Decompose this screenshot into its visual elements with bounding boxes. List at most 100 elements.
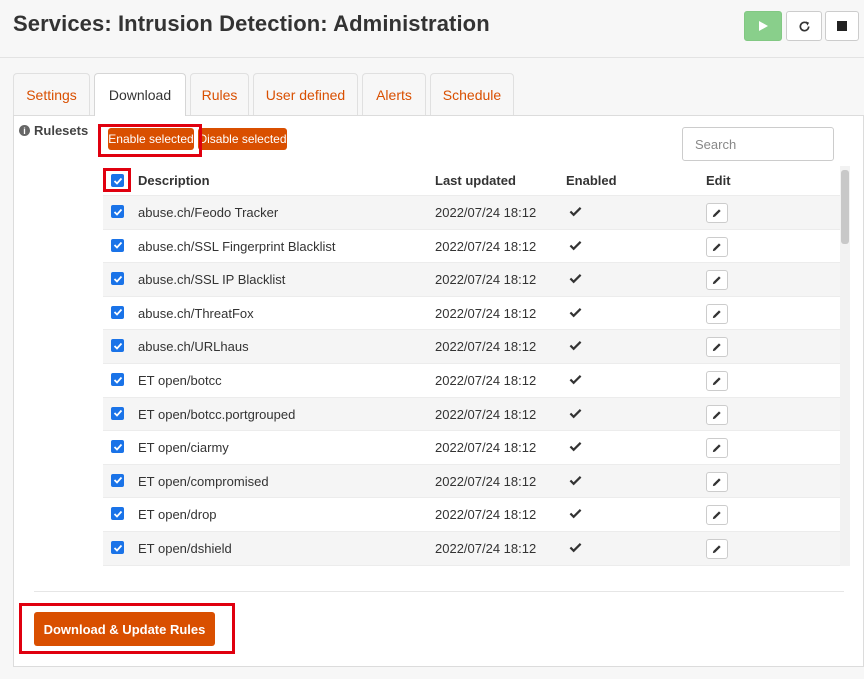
row-checkbox[interactable] bbox=[111, 272, 124, 286]
tab-settings[interactable]: Settings bbox=[13, 73, 90, 115]
row-checkbox[interactable] bbox=[111, 205, 124, 218]
enabled-check-icon[interactable] bbox=[569, 339, 583, 353]
enabled-check-icon[interactable] bbox=[569, 272, 583, 286]
row-last-updated: 2022/07/24 18:12 bbox=[435, 473, 537, 489]
pencil-icon bbox=[712, 276, 721, 285]
rulesets-label: i Rulesets bbox=[19, 123, 88, 138]
row-description: abuse.ch/SSL Fingerprint Blacklist bbox=[138, 238, 336, 254]
search-input[interactable] bbox=[682, 127, 834, 161]
row-description: abuse.ch/SSL IP Blacklist bbox=[138, 272, 286, 288]
row-description: ET open/botcc.portgrouped bbox=[138, 406, 296, 422]
check-icon bbox=[113, 376, 122, 384]
row-checkbox[interactable] bbox=[111, 373, 124, 386]
table-row[interactable]: abuse.ch/SSL IP Blacklist 2022/07/24 18:1… bbox=[103, 263, 840, 297]
enabled-check-icon[interactable] bbox=[569, 373, 583, 387]
row-checkbox[interactable] bbox=[111, 339, 124, 353]
download-update-rules-button[interactable]: Download & Update Rules bbox=[34, 612, 215, 646]
grid-header: Description Last updated Enabled Edit bbox=[103, 166, 840, 196]
check-icon bbox=[113, 342, 122, 350]
row-checkbox[interactable] bbox=[111, 238, 124, 252]
edit-button[interactable] bbox=[706, 505, 728, 526]
pencil-icon bbox=[712, 545, 721, 554]
table-row[interactable]: abuse.ch/Feodo Tracker 2022/07/24 18:12 bbox=[103, 196, 840, 230]
pencil-icon bbox=[712, 310, 721, 318]
table-row[interactable]: ET open/drop 2022/07/24 18:12 bbox=[103, 498, 840, 532]
table-row[interactable]: abuse.ch/URLhaus 2022/07/24 18:12 bbox=[103, 330, 840, 364]
select-all-checkbox[interactable] bbox=[111, 174, 124, 187]
enable-selected-button[interactable]: Enable selected bbox=[108, 128, 194, 150]
row-checkbox[interactable] bbox=[111, 541, 124, 554]
pencil-icon bbox=[712, 343, 721, 352]
row-description: abuse.ch/ThreatFox bbox=[138, 305, 254, 321]
table-row[interactable]: ET open/botcc.portgrouped 2022/07/24 18:1… bbox=[103, 397, 840, 432]
edit-button[interactable] bbox=[706, 337, 728, 358]
pencil-icon bbox=[712, 410, 721, 419]
tab-user-defined[interactable]: User defined bbox=[253, 73, 358, 115]
table-row[interactable]: abuse.ch/SSL Fingerprint Blacklist 2022/0… bbox=[103, 229, 840, 264]
check-icon bbox=[113, 208, 122, 216]
enabled-check-icon[interactable] bbox=[569, 541, 583, 555]
row-last-updated: 2022/07/24 18:12 bbox=[435, 406, 537, 422]
edit-button[interactable] bbox=[706, 303, 728, 324]
row-description: ET open/ciarmy bbox=[138, 440, 229, 456]
tab-rules[interactable]: Rules bbox=[190, 73, 249, 115]
tab-alerts[interactable]: Alerts bbox=[362, 73, 426, 115]
row-checkbox[interactable] bbox=[111, 473, 124, 487]
edit-button[interactable] bbox=[706, 404, 728, 425]
row-last-updated: 2022/07/24 18:12 bbox=[435, 205, 537, 220]
row-checkbox[interactable] bbox=[111, 440, 124, 454]
enabled-check-icon[interactable] bbox=[569, 239, 583, 253]
reload-icon bbox=[799, 20, 810, 32]
table-row[interactable]: ET open/compromised 2022/07/24 18:12 bbox=[103, 464, 840, 499]
enabled-check-icon[interactable] bbox=[569, 306, 583, 320]
row-checkbox[interactable] bbox=[111, 406, 124, 420]
header-divider bbox=[0, 57, 864, 58]
check-icon bbox=[113, 409, 122, 417]
edit-button[interactable] bbox=[706, 371, 728, 391]
enabled-check-icon[interactable] bbox=[569, 440, 583, 454]
row-checkbox[interactable] bbox=[111, 305, 124, 319]
row-description: abuse.ch/URLhaus bbox=[138, 339, 249, 355]
row-description: ET open/drop bbox=[138, 507, 217, 523]
disable-selected-button[interactable]: Disable selected bbox=[198, 128, 287, 150]
tab-download[interactable]: Download bbox=[94, 73, 186, 116]
column-header-enabled[interactable]: Enabled bbox=[566, 173, 617, 188]
table-row[interactable]: ET open/dshield 2022/07/24 18:12 bbox=[103, 532, 840, 566]
column-header-description[interactable]: Description bbox=[138, 173, 210, 188]
row-last-updated: 2022/07/24 18:12 bbox=[435, 440, 537, 456]
enabled-check-icon[interactable] bbox=[569, 407, 583, 421]
column-header-last-updated[interactable]: Last updated bbox=[435, 173, 516, 188]
enabled-check-icon[interactable] bbox=[569, 205, 583, 219]
row-last-updated: 2022/07/24 18:12 bbox=[435, 272, 537, 288]
grid-scrollbar-thumb[interactable] bbox=[841, 170, 849, 244]
enabled-check-icon[interactable] bbox=[569, 474, 583, 488]
pencil-icon bbox=[712, 478, 721, 486]
edit-button[interactable] bbox=[706, 236, 728, 257]
pencil-icon bbox=[712, 242, 721, 251]
edit-button[interactable] bbox=[706, 539, 728, 559]
play-icon bbox=[759, 21, 768, 31]
table-row[interactable]: ET open/ciarmy 2022/07/24 18:12 bbox=[103, 431, 840, 465]
check-icon bbox=[113, 544, 122, 552]
tab-schedule[interactable]: Schedule bbox=[430, 73, 514, 115]
enabled-check-icon[interactable] bbox=[569, 507, 583, 521]
row-last-updated: 2022/07/24 18:12 bbox=[435, 305, 537, 321]
row-last-updated: 2022/07/24 18:12 bbox=[435, 339, 537, 355]
page-title: Services: Intrusion Detection: Administr… bbox=[13, 11, 490, 36]
check-icon bbox=[113, 309, 122, 317]
row-description: ET open/compromised bbox=[138, 473, 269, 489]
edit-button[interactable] bbox=[706, 270, 728, 291]
start-service-button[interactable] bbox=[744, 11, 782, 41]
table-row[interactable]: abuse.ch/ThreatFox 2022/07/24 18:12 bbox=[103, 296, 840, 331]
row-checkbox[interactable] bbox=[111, 507, 124, 521]
table-row[interactable]: ET open/botcc 2022/07/24 18:12 bbox=[103, 364, 840, 398]
edit-button[interactable] bbox=[706, 471, 728, 492]
edit-button[interactable] bbox=[706, 438, 728, 459]
check-icon bbox=[113, 275, 122, 283]
restart-service-button[interactable] bbox=[786, 11, 822, 41]
check-icon bbox=[113, 443, 122, 451]
stop-service-button[interactable] bbox=[825, 11, 859, 41]
row-last-updated: 2022/07/24 18:12 bbox=[435, 373, 537, 388]
footer-divider bbox=[34, 591, 844, 592]
edit-button[interactable] bbox=[706, 203, 728, 223]
